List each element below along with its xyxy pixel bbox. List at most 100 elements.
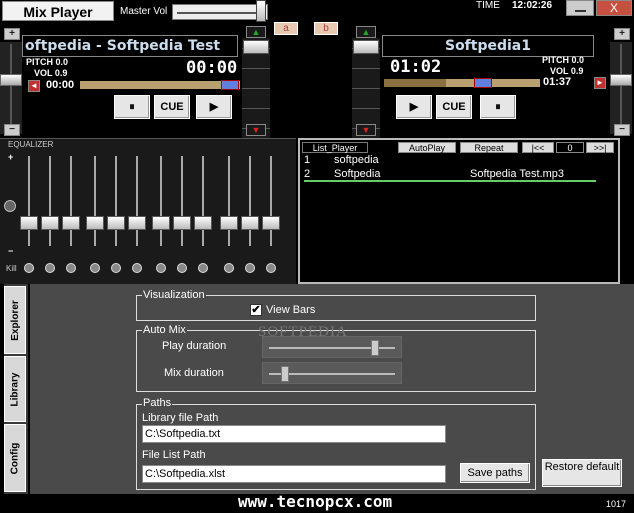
master-vol-thumb[interactable] [256,0,266,22]
left-pitch-plus-button[interactable]: + [4,28,20,40]
right-volume-thumb[interactable] [353,40,379,54]
eq-kill-button[interactable] [224,263,234,273]
eq-band-knob[interactable] [241,216,259,230]
play-duration-slider[interactable] [262,336,402,358]
eq-band-knob[interactable] [41,216,59,230]
eq-kill-button[interactable] [90,263,100,273]
right-pitch-minus-button[interactable]: − [614,124,630,136]
right-play-button[interactable]: ▶ [396,95,432,119]
left-rewind-button[interactable]: ◄ [28,80,40,92]
eq-band-slider[interactable] [173,156,191,246]
eq-band-knob[interactable] [20,216,38,230]
right-vol-up-button[interactable]: ▲ [356,26,376,38]
prev-track-button[interactable]: |<< [522,142,554,153]
view-bars-checkbox[interactable]: ✔ [250,304,262,316]
right-progress-marker[interactable] [474,78,492,88]
play-duration-label: Play duration [162,340,227,352]
library-path-input[interactable]: C:\Softpedia.txt [142,425,446,443]
right-pitch-thumb[interactable] [610,74,632,86]
tab-library[interactable]: Library [4,356,26,422]
eq-kill-button[interactable] [266,263,276,273]
left-pitch-slider[interactable] [0,42,22,134]
left-cue-button[interactable]: CUE [154,95,190,119]
eq-kill-button[interactable] [45,263,55,273]
left-elapsed-time: 00:00 [46,79,75,91]
tab-config-label: Config [9,442,21,474]
eq-kill-button[interactable] [198,263,208,273]
eq-reset-button[interactable] [4,200,16,212]
eq-kill-button[interactable] [156,263,166,273]
eq-band-slider[interactable] [128,156,146,246]
eq-band-slider[interactable] [62,156,80,246]
filelist-path-input[interactable]: C:\Softpedia.xlst [142,465,446,483]
restore-default-button[interactable]: Restore default [542,459,622,487]
eq-band-slider[interactable] [241,156,259,246]
automix-label: Auto Mix [142,324,187,336]
eq-band-knob[interactable] [173,216,191,230]
eq-kill-button[interactable] [66,263,76,273]
eq-band-slider[interactable] [41,156,59,246]
left-play-button[interactable]: ▶ [196,95,232,119]
deck-b-button[interactable]: b [314,22,338,35]
master-vol-slider[interactable] [172,4,268,20]
eq-band-slider[interactable] [194,156,212,246]
mix-duration-thumb[interactable] [281,366,289,382]
tab-explorer-label: Explorer [9,299,21,341]
eq-kill-button[interactable] [132,263,142,273]
eq-kill-button[interactable] [24,263,34,273]
right-pitch-plus-button[interactable]: + [614,28,630,40]
eq-band-slider[interactable] [86,156,104,246]
right-pitch-slider[interactable] [610,42,632,134]
save-paths-button[interactable]: Save paths [460,463,530,483]
left-volume-thumb[interactable] [243,40,269,54]
play-duration-thumb[interactable] [371,340,379,356]
left-pitch-minus-button[interactable]: − [4,124,20,136]
right-cue-button[interactable]: CUE [436,95,472,119]
library-path-label: Library file Path [142,412,219,424]
deck-a-button[interactable]: a [274,22,298,35]
eq-band-knob[interactable] [62,216,80,230]
left-vol-down-button[interactable]: ▼ [246,124,266,136]
right-vol-down-button[interactable]: ▼ [356,124,376,136]
tab-explorer[interactable]: Explorer [4,286,26,354]
eq-band-knob[interactable] [86,216,104,230]
right-progress-bar[interactable] [384,78,540,88]
paths-label: Paths [142,397,173,409]
eq-kill-button[interactable] [177,263,187,273]
eq-band-slider[interactable] [152,156,170,246]
eq-band-knob[interactable] [128,216,146,230]
eq-band-knob[interactable] [152,216,170,230]
eq-kill-button[interactable] [111,263,121,273]
minimize-button[interactable] [566,0,594,16]
mix-duration-slider[interactable] [262,362,402,384]
app-title: Mix Player [2,1,114,21]
repeat-button[interactable]: Repeat [460,142,518,153]
equalizer-label: EQUALIZER [8,140,54,149]
eq-band-knob[interactable] [107,216,125,230]
autoplay-button[interactable]: AutoPlay [398,142,456,153]
eq-band-knob[interactable] [262,216,280,230]
left-progress-marker[interactable] [221,80,239,90]
filelist-path-label: File List Path [142,449,206,461]
left-pitch-thumb[interactable] [0,74,22,86]
eq-band-slider[interactable] [262,156,280,246]
right-pause-button[interactable]: ⏸ [480,95,516,119]
right-pitch-value: PITCH 0.0 [542,55,585,65]
left-progress-bar[interactable] [80,80,240,90]
eq-band-slider[interactable] [107,156,125,246]
track-number: 2 [304,168,311,180]
master-vol-label: Master Vol [120,6,168,17]
list-item[interactable]: 2 Softpedia Softpedia Test.mp3 [304,168,596,182]
right-forward-button[interactable]: ► [594,77,606,89]
next-track-button[interactable]: >>| [586,142,614,153]
left-pause-button[interactable]: ⏸ [114,95,150,119]
mix-duration-label: Mix duration [164,367,224,379]
eq-band-slider[interactable] [20,156,38,246]
close-button[interactable]: X [596,0,632,16]
eq-band-knob[interactable] [220,216,238,230]
eq-band-knob[interactable] [194,216,212,230]
left-vol-up-button[interactable]: ▲ [246,26,266,38]
tab-config[interactable]: Config [4,424,26,492]
eq-band-slider[interactable] [220,156,238,246]
eq-kill-button[interactable] [245,263,255,273]
